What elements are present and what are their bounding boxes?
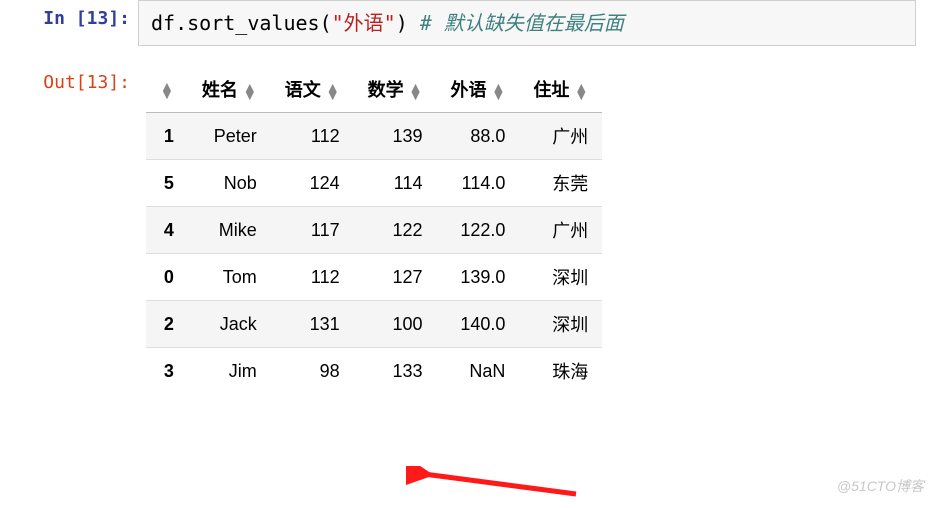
table-cell: NaN xyxy=(436,348,519,395)
table-row: 5Nob124114114.0东莞 xyxy=(146,160,602,207)
table-body: 1Peter11213988.0广州5Nob124114114.0东莞4Mike… xyxy=(146,113,602,395)
table-row: 1Peter11213988.0广州 xyxy=(146,113,602,160)
column-header[interactable]: 数学 ▲▼ xyxy=(354,66,437,113)
row-index: 0 xyxy=(146,254,188,301)
code-arg-string: "外语" xyxy=(332,11,396,35)
table-row: 4Mike117122122.0广州 xyxy=(146,207,602,254)
code-method: .sort_values xyxy=(175,11,320,35)
table-row: 0Tom112127139.0深圳 xyxy=(146,254,602,301)
row-index: 5 xyxy=(146,160,188,207)
row-index: 3 xyxy=(146,348,188,395)
sort-icon[interactable]: ▲▼ xyxy=(574,83,588,99)
column-header[interactable]: 外语 ▲▼ xyxy=(436,66,519,113)
table-cell: Jack xyxy=(188,301,271,348)
table-cell: 广州 xyxy=(519,207,602,254)
table-cell: 122 xyxy=(354,207,437,254)
table-cell: 122.0 xyxy=(436,207,519,254)
sort-icon[interactable]: ▲▼ xyxy=(326,83,340,99)
table-cell: 深圳 xyxy=(519,254,602,301)
table-cell: Jim xyxy=(188,348,271,395)
table-cell: 133 xyxy=(354,348,437,395)
table-cell: Nob xyxy=(188,160,271,207)
dataframe-table: ▲▼姓名 ▲▼语文 ▲▼数学 ▲▼外语 ▲▼住址 ▲▼ 1Peter112139… xyxy=(146,66,602,394)
code-spacer xyxy=(408,11,420,35)
table-cell: Tom xyxy=(188,254,271,301)
table-cell: 131 xyxy=(271,301,354,348)
table-header-row: ▲▼姓名 ▲▼语文 ▲▼数学 ▲▼外语 ▲▼住址 ▲▼ xyxy=(146,66,602,113)
sort-icon[interactable]: ▲▼ xyxy=(492,83,506,99)
in-prompt: In [13]: xyxy=(0,0,138,29)
code-close-paren: ) xyxy=(396,11,408,35)
column-label: 语文 xyxy=(285,80,321,100)
sort-icon[interactable]: ▲▼ xyxy=(160,82,174,98)
code-input[interactable]: df.sort_values("外语") # 默认缺失值在最后面 xyxy=(138,0,916,46)
row-index: 1 xyxy=(146,113,188,160)
annotation-arrow-icon xyxy=(406,466,586,506)
table-cell: 98 xyxy=(271,348,354,395)
table-cell: 珠海 xyxy=(519,348,602,395)
table-cell: 88.0 xyxy=(436,113,519,160)
input-cell: In [13]: df.sort_values("外语") # 默认缺失值在最后… xyxy=(0,0,936,46)
code-comment: # 默认缺失值在最后面 xyxy=(420,11,624,35)
watermark: @51CTO博客 xyxy=(837,476,924,496)
column-label: 住址 xyxy=(533,80,569,100)
table-cell: Mike xyxy=(188,207,271,254)
output-cell: Out[13]: ▲▼姓名 ▲▼语文 ▲▼数学 ▲▼外语 ▲▼住址 ▲▼ 1Pe… xyxy=(0,64,936,394)
row-index: 4 xyxy=(146,207,188,254)
column-header[interactable]: 姓名 ▲▼ xyxy=(188,66,271,113)
column-header[interactable]: 住址 ▲▼ xyxy=(519,66,602,113)
column-label: 数学 xyxy=(368,80,404,100)
table-cell: 100 xyxy=(354,301,437,348)
index-header[interactable]: ▲▼ xyxy=(146,66,188,113)
table-cell: 东莞 xyxy=(519,160,602,207)
code-open-paren: ( xyxy=(320,11,332,35)
table-cell: 114 xyxy=(354,160,437,207)
sort-icon[interactable]: ▲▼ xyxy=(243,83,257,99)
out-prompt: Out[13]: xyxy=(0,64,138,93)
column-header[interactable]: 语文 ▲▼ xyxy=(271,66,354,113)
table-cell: 112 xyxy=(271,254,354,301)
column-label: 姓名 xyxy=(202,80,238,100)
output-area: ▲▼姓名 ▲▼语文 ▲▼数学 ▲▼外语 ▲▼住址 ▲▼ 1Peter112139… xyxy=(138,64,602,394)
table-cell: 114.0 xyxy=(436,160,519,207)
table-cell: 深圳 xyxy=(519,301,602,348)
sort-icon[interactable]: ▲▼ xyxy=(409,83,423,99)
column-label: 外语 xyxy=(450,80,486,100)
table-cell: 112 xyxy=(271,113,354,160)
table-cell: 140.0 xyxy=(436,301,519,348)
table-row: 2Jack131100140.0深圳 xyxy=(146,301,602,348)
table-cell: 117 xyxy=(271,207,354,254)
table-row: 3Jim98133NaN珠海 xyxy=(146,348,602,395)
code-obj: df xyxy=(151,11,175,35)
table-cell: Peter xyxy=(188,113,271,160)
row-index: 2 xyxy=(146,301,188,348)
table-cell: 139 xyxy=(354,113,437,160)
table-cell: 广州 xyxy=(519,113,602,160)
table-cell: 124 xyxy=(271,160,354,207)
table-cell: 139.0 xyxy=(436,254,519,301)
table-cell: 127 xyxy=(354,254,437,301)
table-header: ▲▼姓名 ▲▼语文 ▲▼数学 ▲▼外语 ▲▼住址 ▲▼ xyxy=(146,66,602,113)
